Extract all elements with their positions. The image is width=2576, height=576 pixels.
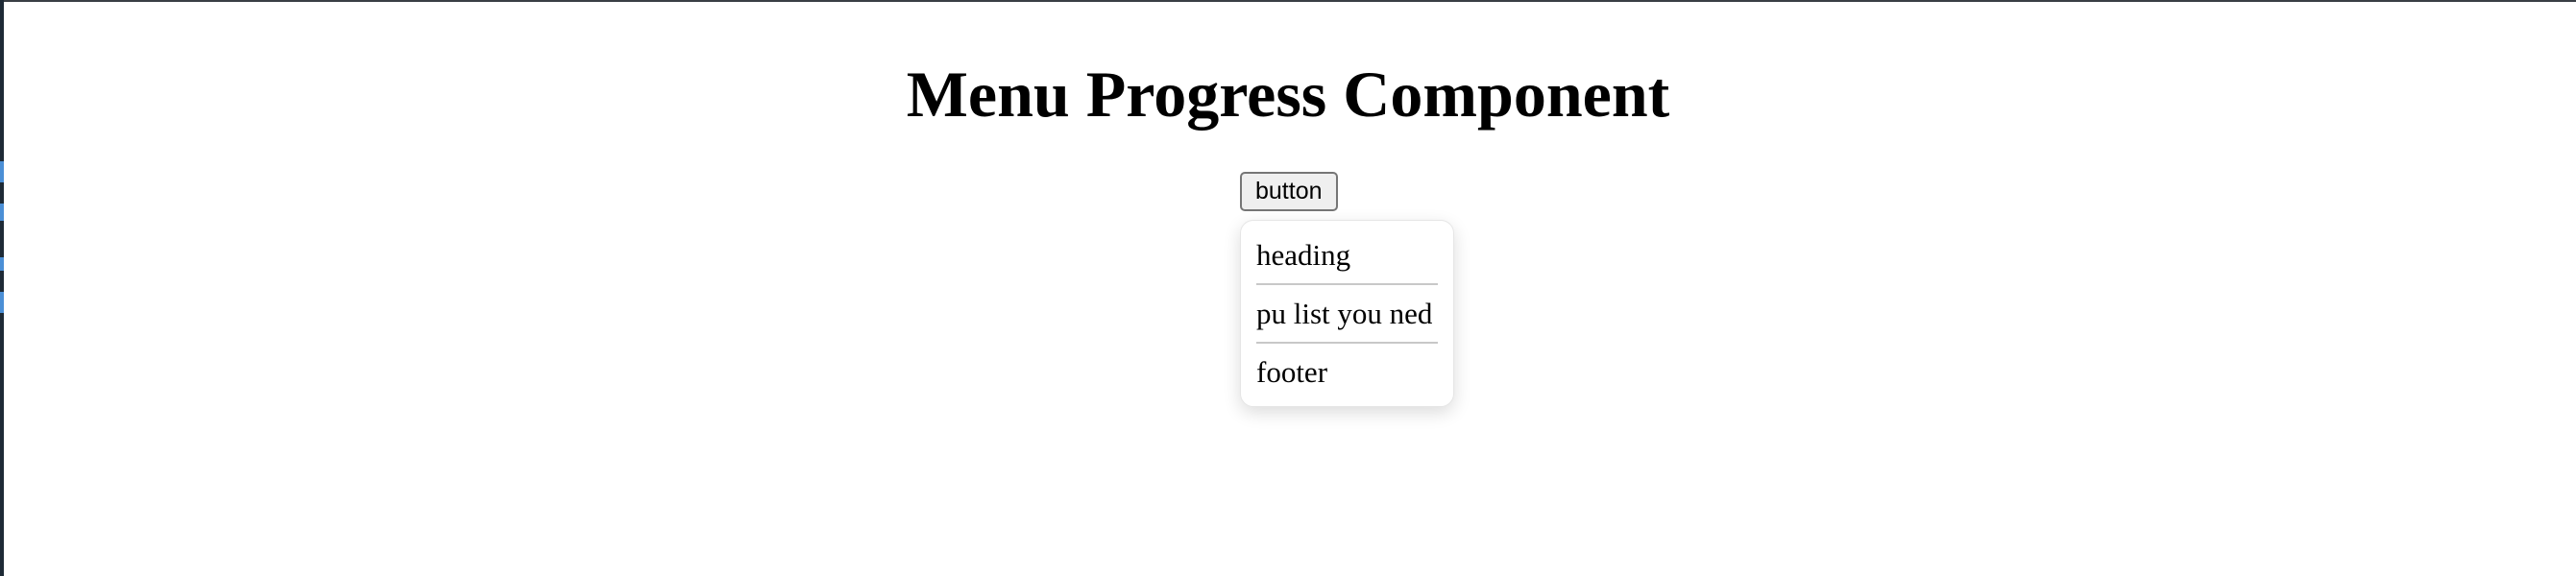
dropdown-menu: heading pu list you ned footer [1240, 220, 1454, 407]
edge-mark [0, 161, 4, 182]
menu-item-footer[interactable]: footer [1256, 344, 1438, 400]
edge-mark [0, 257, 4, 271]
edge-mark [0, 292, 4, 313]
menu-item-list[interactable]: pu list you ned [1256, 285, 1438, 342]
page-title: Menu Progress Component [906, 58, 1670, 131]
menu-item-heading[interactable]: heading [1256, 227, 1438, 283]
menu-toggle-button[interactable]: button [1240, 172, 1338, 211]
window-top-border [0, 0, 2576, 2]
edge-mark [0, 204, 4, 221]
menu-component: button heading pu list you ned footer [1240, 172, 1454, 407]
